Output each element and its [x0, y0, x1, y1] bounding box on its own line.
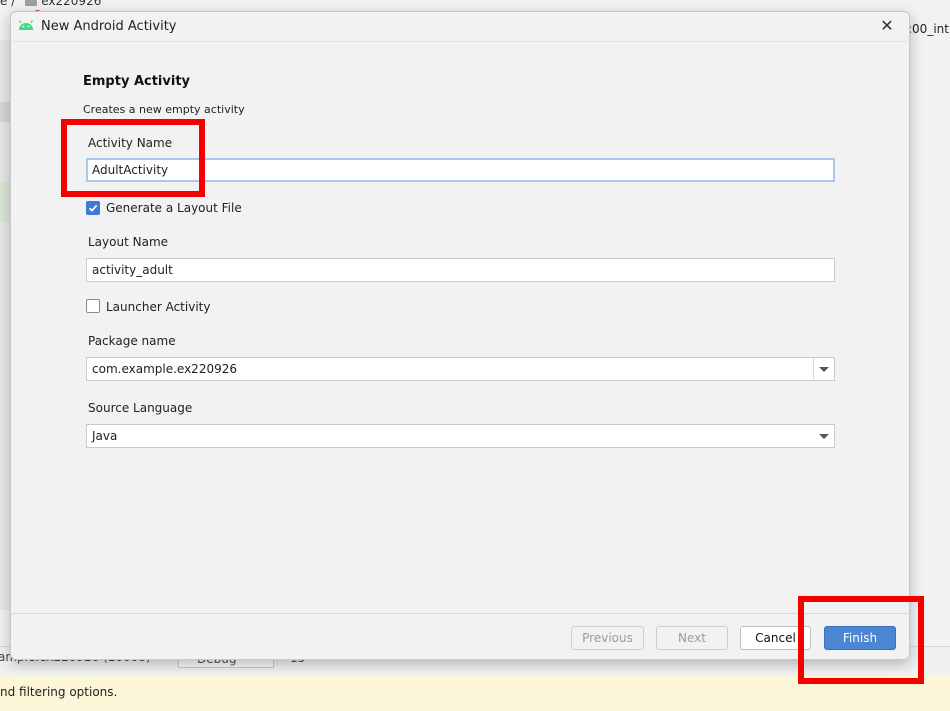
layout-name-label: Layout Name [88, 235, 169, 249]
generate-layout-label[interactable]: Generate a Layout File [106, 201, 242, 215]
source-language-label: Source Language [88, 401, 193, 415]
ide-left-panel [0, 40, 10, 610]
package-name-value: com.example.ex220926 [92, 362, 237, 376]
template-heading: Empty Activity [83, 74, 191, 89]
info-banner-text: nd filtering options. [0, 685, 118, 699]
dialog-title: New Android Activity [41, 19, 177, 34]
close-icon[interactable]: ✕ [877, 16, 897, 36]
folder-icon [25, 0, 38, 6]
breadcrumb-separator: e / [0, 0, 16, 8]
launcher-activity-checkbox[interactable] [86, 299, 100, 313]
checkmark-icon [88, 204, 98, 212]
template-description: Creates a new empty activity [83, 103, 245, 116]
info-banner [0, 676, 950, 711]
activity-name-input[interactable] [86, 158, 835, 182]
next-button[interactable]: Next [656, 626, 728, 650]
generate-layout-checkbox[interactable] [86, 201, 100, 215]
previous-button[interactable]: Previous [571, 626, 644, 650]
chevron-down-icon[interactable] [813, 425, 834, 447]
launcher-activity-label[interactable]: Launcher Activity [106, 300, 210, 314]
package-name-combobox[interactable]: com.example.ex220926 [86, 357, 835, 381]
cancel-button[interactable]: Cancel [740, 626, 811, 650]
project-name[interactable]: ex220926 [41, 0, 101, 8]
new-activity-dialog: New Android Activity ✕ Empty Activity Cr… [10, 11, 910, 660]
chevron-down-icon[interactable] [813, 358, 834, 380]
ide-toolbar [0, 0, 950, 10]
source-language-value: Java [92, 429, 118, 443]
source-language-select[interactable]: Java [86, 424, 835, 448]
finish-button[interactable]: Finish [824, 626, 896, 650]
android-icon [18, 20, 34, 30]
panel-row-selected [0, 182, 10, 222]
package-name-label: Package name [88, 334, 176, 348]
editor-tab[interactable]: :00_intro [908, 22, 950, 40]
panel-row [0, 102, 10, 122]
ide-breadcrumb: e / ex220926 [0, 0, 101, 8]
layout-name-input[interactable] [86, 258, 835, 282]
dialog-titlebar[interactable]: New Android Activity ✕ [11, 12, 909, 42]
activity-name-label: Activity Name [88, 136, 173, 150]
footer-divider [11, 613, 909, 614]
